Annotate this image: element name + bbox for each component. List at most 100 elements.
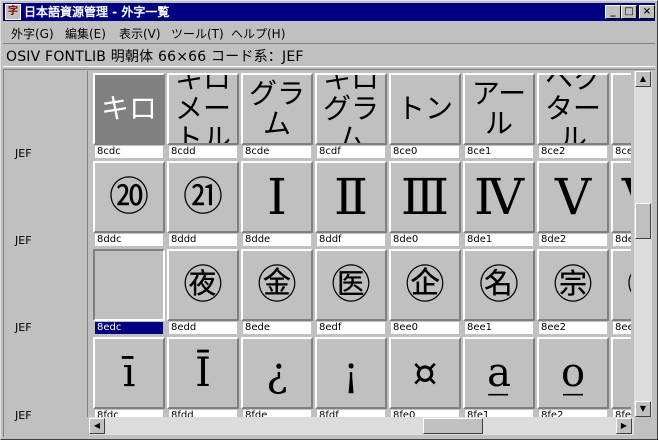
glyph-preview[interactable]: ㊪ (537, 249, 609, 321)
scroll-left-button[interactable]: ◀ (89, 418, 105, 434)
glyph-char: ㊫ (627, 265, 631, 305)
glyph-preview[interactable]: Ⅴ (537, 161, 609, 233)
menu-help[interactable]: ヘルプ(H) (231, 25, 285, 42)
glyph-preview[interactable]: ¤ (389, 337, 461, 409)
glyph-preview[interactable]: Ⅵ (611, 161, 631, 233)
glyph-cell[interactable]: ㊭ 8ee0 (389, 249, 463, 337)
glyph-cell[interactable]: ㉑ 8ddd (167, 161, 241, 249)
glyph-cell[interactable]: Ī 8fdd (167, 337, 241, 417)
glyph-cell[interactable]: キロメートル 8cdd (167, 73, 241, 161)
glyph-cell[interactable]: .8fe3 (611, 337, 631, 417)
glyph-cell[interactable]: ㊪ 8ee2 (537, 249, 611, 337)
glyph-preview[interactable]: ㊔ (463, 249, 535, 321)
glyph-cell[interactable]: o̲ 8fe2 (537, 337, 611, 417)
menu-edit[interactable]: 編集(E) (65, 25, 106, 42)
glyph-preview[interactable]: キロ (93, 73, 165, 145)
glyph-preview[interactable]: キログラム (315, 73, 387, 145)
glyph-cell[interactable]: ヘクタール 8ce2 (537, 73, 611, 161)
horizontal-scrollbar[interactable]: ◀ ▶ (89, 417, 634, 435)
glyph-preview[interactable] (93, 249, 165, 321)
glyph-char: Ⅳ (474, 168, 524, 226)
glyph-preview[interactable]: ㊩ (315, 249, 387, 321)
glyph-cell[interactable]: ¿ 8fde (241, 337, 315, 417)
glyph-preview[interactable]: Ⅱ (315, 161, 387, 233)
glyph-char: グラム (248, 77, 305, 140)
glyph-preview[interactable]: ⑳ (93, 161, 165, 233)
glyph-cell[interactable]: Ⅵ 8de3 (611, 161, 631, 249)
glyph-cell[interactable]: トン 8ce0 (389, 73, 463, 161)
glyph-cell[interactable]: Ⅲ 8de0 (389, 161, 463, 249)
glyph-code-label: 8ce2 (539, 146, 607, 158)
font-info-text: OSIV FONTLIB 明朝体 66×66 コード系：JEF (6, 49, 304, 65)
glyph-preview[interactable]: ī (93, 337, 165, 409)
glyph-cell[interactable]: グラム 8cde (241, 73, 315, 161)
glyph-cell[interactable]: 8edc (93, 249, 167, 337)
glyph-preview[interactable]: Ⅰ (241, 161, 313, 233)
font-info-bar: OSIV FONTLIB 明朝体 66×66 コード系：JEF (3, 43, 655, 67)
glyph-code-label: 8dde (243, 234, 311, 246)
glyph-cell[interactable]: ㊎ 8ede (241, 249, 315, 337)
scroll-right-button[interactable]: ▶ (616, 418, 632, 434)
glyph-preview[interactable]: キロメートル (167, 73, 239, 145)
glyph-char: ヘクタール (544, 73, 601, 145)
glyph-preview[interactable]: ヘクタール (537, 73, 609, 145)
glyph-cell[interactable]: アール 8ce1 (463, 73, 537, 161)
glyph-code-label: 8fe3 (613, 410, 631, 417)
glyph-code-label: 8ce3 (613, 146, 631, 158)
glyph-cell[interactable]: ⑳ 8ddc (93, 161, 167, 249)
glyph-cell[interactable]: Ⅰ 8dde (241, 161, 315, 249)
size-grip[interactable] (634, 417, 652, 435)
glyph-preview[interactable]: ㉑ (167, 161, 239, 233)
glyph-cell[interactable]: ㊔ 8ee1 (463, 249, 537, 337)
glyph-preview[interactable]: a̲ (463, 337, 535, 409)
menu-view[interactable]: 表示(V) (119, 25, 161, 42)
glyph-cell[interactable]: ¤ 8fe0 (389, 337, 463, 417)
glyph-cell[interactable]: ㊩ 8edf (315, 249, 389, 337)
glyph-cell[interactable]: キロ 8cdc (93, 73, 167, 161)
glyph-cell[interactable]: ㊰ 8edd (167, 249, 241, 337)
app-icon[interactable]: 字 (5, 4, 21, 20)
glyph-code-label: 8de1 (465, 234, 533, 246)
close-button[interactable]: × (639, 5, 655, 19)
glyph-preview[interactable]: ㊭ (389, 249, 461, 321)
glyph-preview[interactable]: ㊎ (241, 249, 313, 321)
horizontal-scroll-thumb[interactable] (423, 418, 483, 434)
scroll-down-button[interactable]: ▼ (635, 401, 651, 417)
glyph-code-label: 8cdd (169, 146, 237, 158)
glyph-cell[interactable]: a̲ 8fe1 (463, 337, 537, 417)
glyph-preview[interactable]: アール (463, 73, 535, 145)
glyph-preview[interactable]: Ⅲ (389, 161, 461, 233)
glyph-preview[interactable]: Ⅳ (463, 161, 535, 233)
glyph-preview[interactable]: ¿ (241, 337, 313, 409)
glyph-preview[interactable]: Ī (167, 337, 239, 409)
glyph-cell[interactable]: Ⅳ 8de1 (463, 161, 537, 249)
maximize-button[interactable]: □ (621, 5, 637, 19)
glyph-preview[interactable]: o̲ (537, 337, 609, 409)
glyph-code-label: 8ddc (95, 234, 163, 246)
scroll-up-button[interactable]: ▲ (635, 71, 651, 87)
vertical-scroll-thumb[interactable] (635, 203, 651, 239)
glyph-code-label: 8de2 (539, 234, 607, 246)
glyph-preview[interactable]: ド (611, 73, 631, 145)
glyph-preview[interactable]: ¡ (315, 337, 387, 409)
glyph-preview[interactable]: グラム (241, 73, 313, 145)
glyph-cell[interactable]: キログラム 8cdf (315, 73, 389, 161)
glyph-code-label: 8ddd (169, 234, 237, 246)
glyph-cell[interactable]: ¡ 8fdf (315, 337, 389, 417)
glyph-preview[interactable]: トン (389, 73, 461, 145)
glyph-char: ㊔ (479, 262, 519, 308)
glyph-cell[interactable]: ī 8fdc (93, 337, 167, 417)
glyph-preview[interactable]: ㊫ (611, 249, 631, 321)
menu-tools[interactable]: ツール(T) (171, 25, 224, 42)
menu-gaiji[interactable]: 外字(G) (11, 25, 54, 42)
glyph-cell[interactable]: ド 8ce3 (611, 73, 631, 161)
vertical-scrollbar[interactable]: ▲ ▼ (634, 71, 652, 417)
glyph-preview[interactable]: . (611, 337, 631, 409)
glyph-cell[interactable]: ㊫ 8ee3 (611, 249, 631, 337)
title-bar[interactable]: 字 日本語資源管理 - 外字一覧 _ □ × (3, 3, 655, 21)
glyph-char: ī (122, 350, 136, 396)
minimize-button[interactable]: _ (605, 5, 621, 19)
glyph-cell[interactable]: Ⅴ 8de2 (537, 161, 611, 249)
glyph-cell[interactable]: Ⅱ 8ddf (315, 161, 389, 249)
glyph-preview[interactable]: ㊰ (167, 249, 239, 321)
